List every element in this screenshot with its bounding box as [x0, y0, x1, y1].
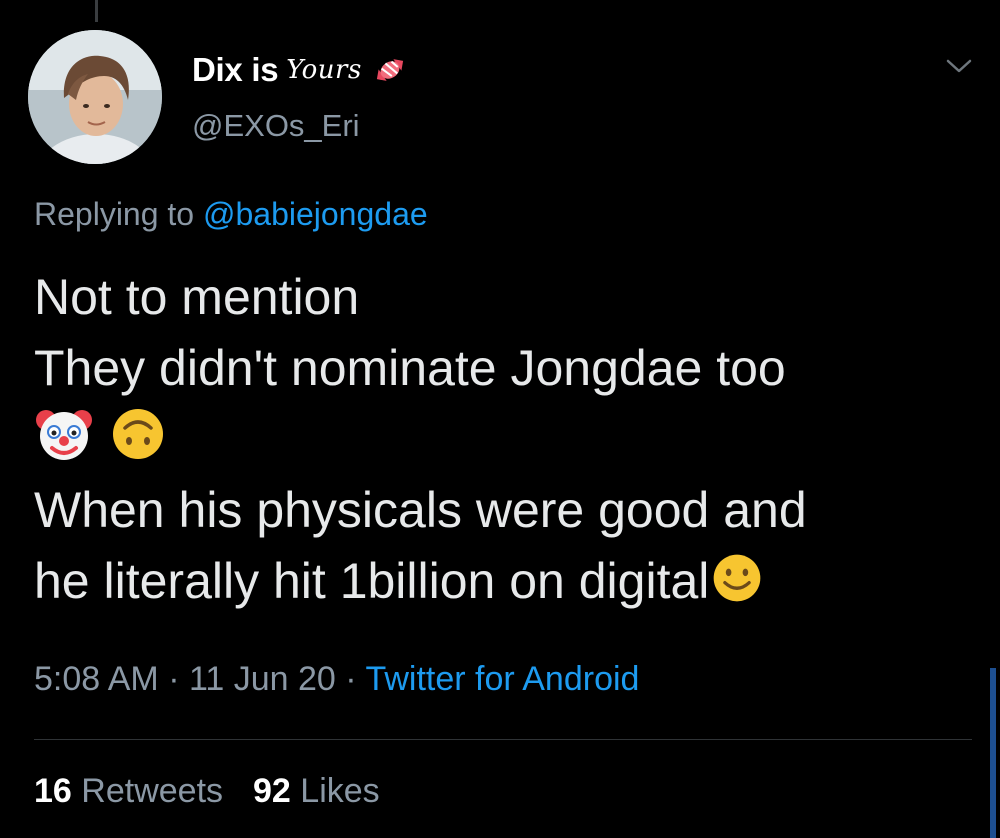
- scrollbar[interactable]: [990, 668, 996, 838]
- upside-down-face-icon: [112, 409, 163, 459]
- replying-to-line: Replying to @babiejongdae: [34, 196, 428, 233]
- tweet-text-line: They didn't nominate Jongdae too: [34, 340, 786, 396]
- chevron-down-icon[interactable]: [944, 56, 974, 76]
- tweet-date[interactable]: 11 Jun 20: [189, 660, 336, 698]
- author-display-name[interactable]: Dix is: [192, 51, 279, 89]
- tweet-time[interactable]: 5:08 AM: [34, 660, 159, 698]
- tweet-text-line: he literally hit 1billion on digital: [34, 553, 710, 609]
- likes-count: 92: [253, 772, 291, 810]
- reply-mention-link[interactable]: @babiejongdae: [203, 196, 428, 232]
- candy-icon: [370, 50, 410, 90]
- tweet-text-line: Not to mention: [34, 269, 360, 325]
- meta-separator: ·: [168, 660, 180, 698]
- tweet-source-link[interactable]: Twitter for Android: [365, 660, 639, 698]
- author-handle[interactable]: @EXOs_Eri: [192, 108, 360, 144]
- replying-to-label: Replying to: [34, 196, 195, 232]
- tweet-text-line-with-emoji: he literally hit 1billion on digital: [34, 546, 974, 617]
- tweet-text-line: When his physicals were good and: [34, 482, 807, 538]
- tweet-emoji-line: [34, 404, 974, 475]
- divider: [34, 739, 972, 740]
- tweet-stats: 16 Retweets 92 Likes: [34, 772, 380, 811]
- thread-connector-line: [95, 0, 98, 22]
- avatar-image: [28, 30, 162, 164]
- likes-label: Likes: [300, 772, 380, 810]
- likes-stat[interactable]: 92 Likes: [253, 772, 380, 811]
- retweets-label: Retweets: [81, 772, 224, 810]
- retweets-stat[interactable]: 16 Retweets: [34, 772, 223, 811]
- avatar[interactable]: [28, 30, 162, 164]
- author-display-name-suffix: Yours: [286, 55, 362, 85]
- clown-face-icon: [36, 410, 92, 460]
- slightly-smiling-face-icon: [714, 554, 761, 602]
- meta-separator: ·: [345, 660, 357, 698]
- author-name-row[interactable]: Dix is Yours: [192, 48, 410, 92]
- tweet-body: Not to mention They didn't nominate Jong…: [34, 262, 974, 617]
- tweet-meta: 5:08 AM · 11 Jun 20 · Twitter for Androi…: [34, 660, 639, 699]
- retweets-count: 16: [34, 772, 72, 810]
